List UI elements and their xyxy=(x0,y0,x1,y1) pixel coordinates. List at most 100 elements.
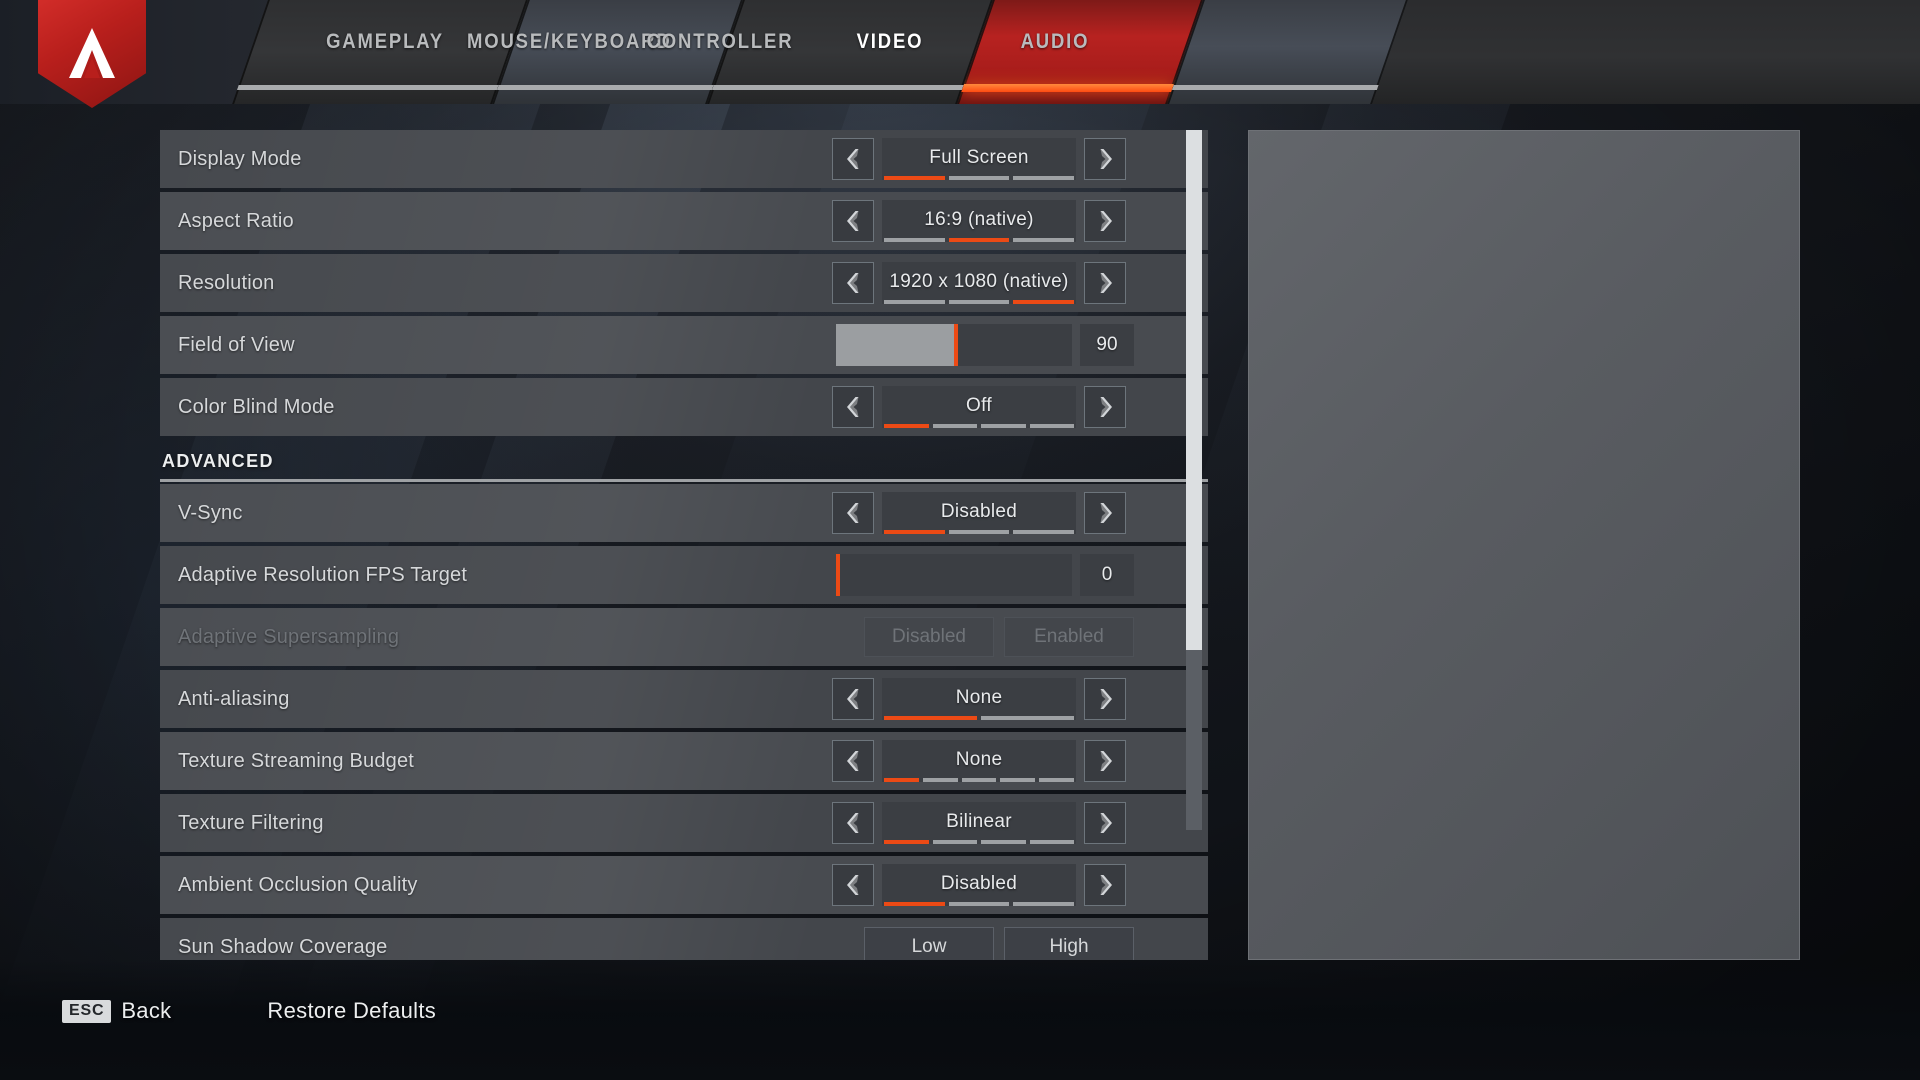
tab-audio-label[interactable]: AUDIO xyxy=(967,27,1143,57)
setting-control-adaptive-supersampling: Disabled Enabled xyxy=(864,608,1134,666)
decrease-texture-streaming-budget-button[interactable] xyxy=(832,740,874,782)
tab-underline xyxy=(1171,85,1379,90)
value-segment xyxy=(1013,300,1075,304)
value-segments xyxy=(884,716,1074,720)
chevron-right-icon xyxy=(1100,397,1112,417)
chevron-left-icon xyxy=(846,149,858,169)
chevron-left-icon xyxy=(846,397,858,417)
slider-adaptive-resolution-fps-target[interactable] xyxy=(836,554,1072,596)
value-display-color-blind-mode[interactable]: Off xyxy=(882,386,1076,428)
value-display-v-sync[interactable]: Disabled xyxy=(882,492,1076,534)
setting-row-adaptive-resolution-fps-target[interactable]: Adaptive Resolution FPS Target 0 xyxy=(160,546,1208,604)
value-text: Disabled xyxy=(940,500,1018,522)
toggle-option-high[interactable]: High xyxy=(1004,927,1134,960)
increase-color-blind-mode-button[interactable] xyxy=(1084,386,1126,428)
setting-label-display-mode: Display Mode xyxy=(178,147,302,170)
tab-mouse-keyboard-label[interactable]: MOUSE/KEYBOARD xyxy=(467,27,670,57)
value-text: 16:9 (native) xyxy=(924,208,1034,230)
value-display-texture-filtering[interactable]: Bilinear xyxy=(882,802,1076,844)
value-display-texture-streaming-budget[interactable]: None xyxy=(882,740,1076,782)
value-segment xyxy=(884,300,945,304)
setting-row-field-of-view[interactable]: Field of View 90 xyxy=(160,316,1208,374)
value-display-ambient-occlusion-quality[interactable]: Disabled xyxy=(882,864,1076,906)
value-display-resolution[interactable]: 1920 x 1080 (native) xyxy=(882,262,1076,304)
chevron-left-icon xyxy=(846,211,858,231)
slider-handle[interactable] xyxy=(954,324,958,366)
setting-row-display-mode[interactable]: Display Mode Full Screen xyxy=(160,130,1208,188)
decrease-anti-aliasing-button[interactable] xyxy=(832,678,874,720)
decrease-color-blind-mode-button[interactable] xyxy=(832,386,874,428)
decrease-v-sync-button[interactable] xyxy=(832,492,874,534)
tab-underline xyxy=(496,85,714,90)
increase-ambient-occlusion-quality-button[interactable] xyxy=(1084,864,1126,906)
value-text: Off xyxy=(966,394,992,416)
slider-handle[interactable] xyxy=(836,554,840,596)
value-display-anti-aliasing[interactable]: None xyxy=(882,678,1076,720)
setting-label-resolution: Resolution xyxy=(178,271,275,294)
setting-label-field-of-view: Field of View xyxy=(178,333,295,356)
footer-bar: ESC Back Restore Defaults xyxy=(0,960,1920,1080)
setting-control-ambient-occlusion-quality: Disabled xyxy=(832,856,1126,914)
value-segment xyxy=(884,530,945,534)
slider-field-of-view[interactable] xyxy=(836,324,1072,366)
value-segment xyxy=(948,300,1010,304)
decrease-display-mode-button[interactable] xyxy=(832,138,874,180)
settings-rows-viewport[interactable]: Display Mode Full Screen Aspect Ratio 16:9 … xyxy=(160,130,1208,960)
setting-row-aspect-ratio[interactable]: Aspect Ratio 16:9 (native) xyxy=(160,192,1208,250)
decrease-ambient-occlusion-quality-button[interactable] xyxy=(832,864,874,906)
increase-aspect-ratio-button[interactable] xyxy=(1084,200,1126,242)
increase-v-sync-button[interactable] xyxy=(1084,492,1126,534)
decrease-texture-filtering-button[interactable] xyxy=(832,802,874,844)
value-segments xyxy=(884,424,1074,428)
value-text: Bilinear xyxy=(946,810,1012,832)
chevron-left-icon xyxy=(846,689,858,709)
value-segment xyxy=(981,716,1074,720)
tab-underline xyxy=(711,85,964,90)
setting-row-texture-filtering[interactable]: Texture Filtering Bilinear xyxy=(160,794,1208,852)
value-display-aspect-ratio[interactable]: 16:9 (native) xyxy=(882,200,1076,242)
value-segment xyxy=(1000,778,1036,782)
increase-anti-aliasing-button[interactable] xyxy=(1084,678,1126,720)
setting-row-resolution[interactable]: Resolution 1920 x 1080 (native) xyxy=(160,254,1208,312)
setting-row-texture-streaming-budget[interactable]: Texture Streaming Budget None xyxy=(160,732,1208,790)
value-segment xyxy=(948,530,1010,534)
settings-scrollbar-thumb[interactable] xyxy=(1186,130,1202,650)
toggle-option-label: Low xyxy=(911,936,947,957)
setting-label-anti-aliasing: Anti-aliasing xyxy=(178,687,290,710)
toggle-option-low[interactable]: Low xyxy=(864,927,994,960)
value-segment xyxy=(1039,778,1074,782)
restore-defaults-button[interactable]: Restore Defaults xyxy=(267,998,436,1024)
decrease-resolution-button[interactable] xyxy=(832,262,874,304)
chevron-right-icon xyxy=(1100,875,1112,895)
tab-controller-label[interactable]: CONTROLLER xyxy=(632,27,808,57)
setting-row-adaptive-supersampling[interactable]: Adaptive Supersampling Disabled Enabled xyxy=(160,608,1208,666)
value-segment xyxy=(948,176,1010,180)
tab-video-label[interactable]: VIDEO xyxy=(802,27,978,57)
increase-texture-filtering-button[interactable] xyxy=(1084,802,1126,844)
settings-scrollbar-track[interactable] xyxy=(1186,130,1202,830)
setting-row-ambient-occlusion-quality[interactable]: Ambient Occlusion Quality Disabled xyxy=(160,856,1208,914)
setting-row-v-sync[interactable]: V-Sync Disabled xyxy=(160,484,1208,542)
value-text: None xyxy=(955,686,1003,708)
value-segment xyxy=(884,902,945,906)
value-segment xyxy=(884,778,919,782)
setting-row-sun-shadow-coverage[interactable]: Sun Shadow Coverage Low High xyxy=(160,918,1208,960)
value-display-display-mode[interactable]: Full Screen xyxy=(882,138,1076,180)
setting-row-color-blind-mode[interactable]: Color Blind Mode Off xyxy=(160,378,1208,436)
back-button[interactable]: ESC Back xyxy=(62,998,171,1024)
value-segment xyxy=(884,176,945,180)
value-segment xyxy=(981,424,1026,428)
setting-row-anti-aliasing[interactable]: Anti-aliasing None xyxy=(160,670,1208,728)
decrease-aspect-ratio-button[interactable] xyxy=(832,200,874,242)
value-segment xyxy=(948,238,1010,242)
increase-display-mode-button[interactable] xyxy=(1084,138,1126,180)
tab-gameplay-label[interactable]: GAMEPLAY xyxy=(297,27,473,57)
setting-control-texture-streaming-budget: None xyxy=(832,732,1126,790)
increase-resolution-button[interactable] xyxy=(1084,262,1126,304)
setting-control-v-sync: Disabled xyxy=(832,484,1126,542)
value-segments xyxy=(884,902,1075,906)
tab-audio-slot[interactable] xyxy=(1167,0,1408,104)
increase-texture-streaming-budget-button[interactable] xyxy=(1084,740,1126,782)
value-segment xyxy=(1013,176,1075,180)
setting-label-v-sync: V-Sync xyxy=(178,501,243,524)
